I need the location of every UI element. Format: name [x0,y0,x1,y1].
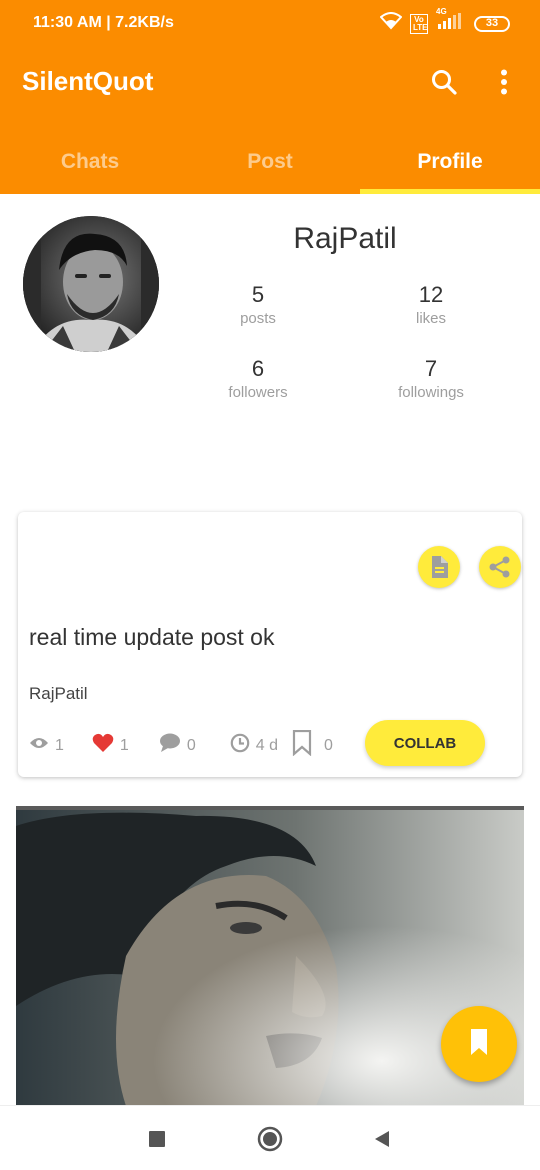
home-icon[interactable] [255,1124,285,1154]
post-text: real time update post ok [29,624,275,650]
avatar[interactable] [23,216,159,352]
volte-icon: Vo LTE [410,13,428,34]
collab-button[interactable]: COLLAB [365,720,485,766]
status-bar: 11:30 AM | 7.2KB/s Vo LTE 4G 33 [0,0,540,48]
tab-bar: Chats Post Profile [0,130,540,194]
more-vert-icon[interactable] [486,64,522,100]
share-icon[interactable] [479,546,521,588]
system-nav-bar [0,1105,540,1170]
views-meta: 1 [29,736,64,755]
bookmark-icon [469,1028,489,1060]
back-icon[interactable] [367,1124,397,1154]
post-age: 4 d [255,736,278,754]
stat-posts[interactable]: 5 posts [188,282,328,327]
stat-value: 12 [418,282,444,307]
tab-profile[interactable]: Profile [360,130,540,194]
time-meta: 4 d [230,733,278,758]
bookmarks-meta[interactable]: 0 [292,729,333,761]
wifi-icon [379,12,403,35]
post-meta: 1 1 0 4 d 0 [29,729,333,761]
status-time-speed: 11:30 AM | 7.2KB/s [33,14,174,31]
bookmark-fab[interactable] [441,1006,517,1082]
document-icon[interactable] [418,546,460,588]
heart-icon[interactable] [92,733,114,758]
app-actions [426,64,522,100]
status-icons: Vo LTE 4G 33 [379,7,510,35]
stat-label: followings [398,384,464,401]
stat-label: likes [415,310,446,327]
battery-icon: 33 [474,15,510,32]
search-icon[interactable] [426,64,462,100]
eye-icon [29,736,49,755]
stat-value: 6 [251,356,265,381]
clock-icon [230,733,250,758]
recents-icon[interactable] [142,1124,172,1154]
comment-icon[interactable] [159,733,181,758]
stat-followers[interactable]: 6 followers [188,356,328,401]
tab-chats[interactable]: Chats [0,130,180,194]
app-title: SilentQuot [22,66,154,96]
stat-label: posts [240,310,276,327]
stat-value: 5 [251,282,265,307]
stat-followings[interactable]: 7 followings [361,356,501,401]
network-type: 4G [436,7,447,16]
stat-value: 7 [424,356,438,381]
stat-label: followers [228,384,288,401]
comments-count: 0 [186,736,196,754]
comments-meta[interactable]: 0 [159,733,196,758]
bookmarks-count: 0 [323,736,333,754]
screen: 11:30 AM | 7.2KB/s Vo LTE 4G 33 SilentQu… [0,0,540,1170]
post-author[interactable]: RajPatil [29,684,88,704]
tab-post[interactable]: Post [180,130,360,194]
stat-likes[interactable]: 12 likes [361,282,501,327]
avatar-photo [23,216,159,352]
bookmark-outline-icon[interactable] [292,729,312,761]
profile-name: RajPatil [293,222,397,255]
app-bar: SilentQuot [0,48,540,136]
post-card[interactable]: real time update post ok RajPatil 1 1 0 [18,512,522,777]
likes-count: 1 [119,736,129,754]
likes-meta[interactable]: 1 [92,733,129,758]
signal-icon: 4G [436,7,466,34]
views-count: 1 [55,736,64,754]
